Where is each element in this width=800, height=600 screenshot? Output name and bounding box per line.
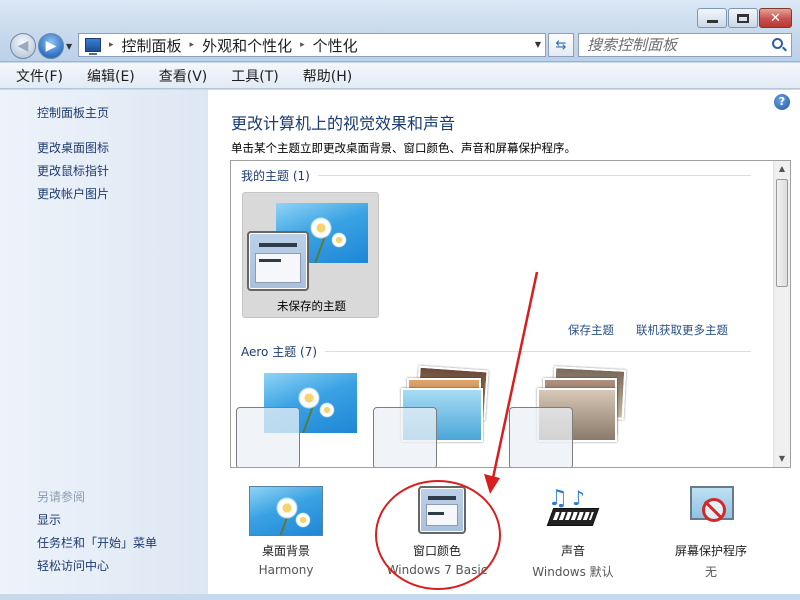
preview-line — [259, 259, 281, 262]
change-desktop-icons-link[interactable]: 更改桌面图标 — [37, 139, 109, 156]
maximize-icon — [737, 13, 749, 23]
setting-label: 声音 — [560, 544, 585, 558]
setting-label: 桌面背景 — [261, 544, 310, 558]
scroll-up-icon[interactable]: ▲ — [774, 161, 790, 177]
screensaver-setting[interactable]: 屏幕保护程序 无 — [646, 486, 776, 580]
glass-window-preview — [509, 407, 573, 467]
glass-window-preview — [373, 407, 437, 467]
theme-tile-characters[interactable] — [507, 366, 637, 467]
window-controls: ✕ — [697, 8, 792, 28]
help-icon[interactable]: ? — [774, 94, 790, 110]
title-bar: ✕ ◀ ▶ ▼ ▸ 控制面板 ▸ 外观和个性化 ▸ 个性化 ▼ ⇆ — [0, 0, 800, 62]
flower — [295, 512, 311, 528]
desktop-background-icon — [249, 486, 323, 536]
menu-tools[interactable]: 工具(T) — [227, 64, 282, 88]
setting-value: 无 — [704, 565, 717, 579]
annotation-circle — [375, 480, 501, 590]
control-panel-icon — [85, 38, 101, 55]
minimize-button[interactable] — [697, 8, 727, 28]
search-input[interactable] — [587, 36, 787, 54]
taskbar-start-menu-link[interactable]: 任务栏和「开始」菜单 — [37, 534, 157, 551]
setting-value: Harmony — [258, 563, 314, 577]
menu-bar: 文件(F) 编辑(E) 查看(V) 工具(T) 帮助(H) — [0, 63, 800, 89]
page-title: 更改计算机上的视觉效果和声音 — [231, 114, 456, 133]
back-button[interactable]: ◀ — [10, 33, 36, 59]
flower — [331, 232, 347, 248]
theme-tile-unsaved[interactable]: 未保存的主题 — [242, 192, 379, 318]
address-bar[interactable]: ▸ 控制面板 ▸ 外观和个性化 ▸ 个性化 ▼ — [78, 33, 546, 57]
main-content: ? 更改计算机上的视觉效果和声音 单击某个主题立即更改桌面背景、窗口颜色、声音和… — [208, 90, 800, 594]
menu-view[interactable]: 查看(V) — [155, 64, 212, 88]
setting-label: 屏幕保护程序 — [674, 544, 747, 558]
aero-themes-label: Aero 主题 (7) — [241, 345, 318, 359]
theme-list-scrollbar[interactable]: ▲ ▼ — [773, 161, 790, 467]
refresh-button[interactable]: ⇆ — [548, 33, 574, 57]
breadcrumb-appearance[interactable]: 外观和个性化 — [202, 35, 292, 56]
theme-tile-architecture[interactable] — [371, 365, 501, 467]
keyboard-icon — [546, 508, 600, 526]
refresh-icon: ⇆ — [555, 37, 567, 53]
control-panel-home-link[interactable]: 控制面板主页 — [37, 104, 109, 121]
piano-keys — [552, 512, 594, 520]
theme-list: 我的主题 (1) 未保存的主题 保存主题 联机获取更多主题 Aero 主题 (7… — [230, 160, 791, 468]
glass-window-preview — [236, 407, 300, 467]
my-themes-label: 我的主题 (1) — [241, 169, 310, 183]
display-link[interactable]: 显示 — [37, 511, 61, 528]
scroll-down-icon[interactable]: ▼ — [774, 451, 790, 467]
no-icon-slash — [703, 500, 724, 520]
music-note-icon: ♪ — [572, 486, 585, 510]
theme-name: 未保存的主题 — [277, 299, 346, 313]
flower — [276, 497, 298, 519]
desktop-background-setting[interactable]: 桌面背景 Harmony — [221, 486, 351, 577]
page-subtitle: 单击某个主题立即更改桌面背景、窗口颜色、声音和屏幕保护程序。 — [231, 141, 576, 155]
change-account-picture-link[interactable]: 更改帐户图片 — [37, 185, 109, 202]
preview-line — [428, 512, 444, 515]
minimize-icon — [706, 19, 718, 23]
tasks-pane: 控制面板主页 更改桌面图标 更改鼠标指针 更改帐户图片 另请参阅 显示 任务栏和… — [0, 90, 208, 594]
flower — [319, 402, 335, 418]
aero-themes-header: Aero 主题 (7) — [241, 343, 751, 360]
my-themes-header: 我的主题 (1) — [241, 167, 751, 184]
address-dropdown-icon[interactable]: ▼ — [535, 40, 541, 49]
window-color-preview — [247, 231, 309, 291]
flower — [310, 217, 332, 239]
search-box[interactable] — [578, 33, 792, 57]
ease-of-access-link[interactable]: 轻松访问中心 — [37, 557, 109, 574]
change-mouse-pointers-link[interactable]: 更改鼠标指针 — [37, 162, 109, 179]
forward-button[interactable]: ▶ — [38, 33, 64, 59]
desktop-background-thumbnail — [249, 486, 323, 536]
scroll-thumb[interactable] — [776, 179, 788, 287]
no-icon — [702, 498, 726, 522]
recent-pages-dropdown[interactable]: ▼ — [66, 42, 72, 51]
flower — [298, 387, 320, 409]
sound-setting[interactable]: ♫ ♪ 声音 Windows 默认 — [508, 486, 638, 580]
save-theme-link[interactable]: 保存主题 — [568, 322, 614, 338]
menu-edit[interactable]: 编辑(E) — [83, 64, 139, 88]
theme-tile-windows7[interactable] — [234, 373, 364, 467]
navigation-bar: ◀ ▶ ▼ ▸ 控制面板 ▸ 外观和个性化 ▸ 个性化 ▼ ⇆ — [8, 33, 792, 59]
close-icon: ✕ — [770, 10, 781, 26]
group-divider — [317, 175, 751, 176]
menu-file[interactable]: 文件(F) — [12, 64, 67, 88]
arrow-right-icon: ▶ — [45, 38, 57, 54]
preview-body — [255, 253, 301, 283]
screensaver-icon — [674, 486, 748, 536]
breadcrumb-separator[interactable]: ▸ — [300, 40, 305, 50]
arrow-left-icon: ◀ — [17, 38, 29, 54]
see-also-heading: 另请参阅 — [37, 490, 86, 504]
setting-value: Windows 默认 — [532, 565, 614, 579]
maximize-button[interactable] — [728, 8, 758, 28]
breadcrumb-personalization[interactable]: 个性化 — [313, 35, 358, 56]
get-more-themes-link[interactable]: 联机获取更多主题 — [636, 322, 728, 338]
group-divider — [325, 351, 751, 352]
sound-icon: ♫ ♪ — [536, 486, 610, 536]
menu-help[interactable]: 帮助(H) — [299, 64, 356, 88]
breadcrumb-separator[interactable]: ▸ — [109, 40, 114, 50]
search-icon[interactable] — [772, 38, 783, 49]
breadcrumb-separator[interactable]: ▸ — [190, 40, 195, 50]
breadcrumb-control-panel[interactable]: 控制面板 — [122, 35, 182, 56]
close-button[interactable]: ✕ — [759, 8, 792, 28]
preview-line — [259, 243, 297, 247]
